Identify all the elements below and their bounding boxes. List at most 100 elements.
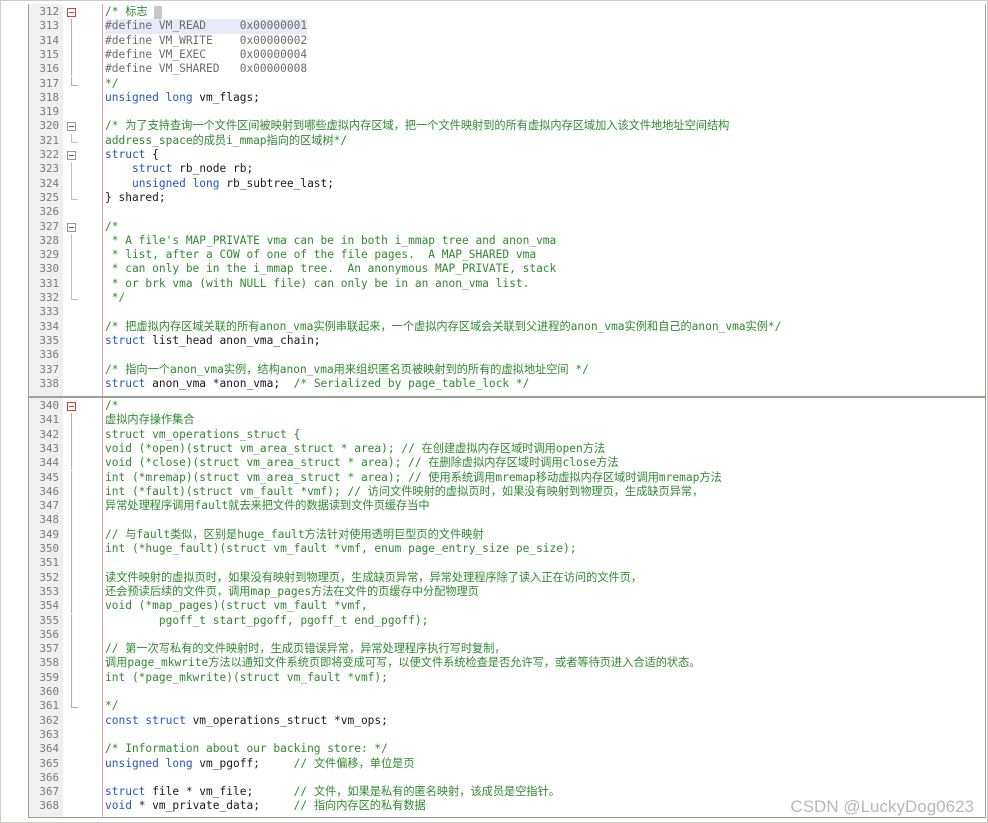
code-text[interactable]: int (*fault)(struct vm_fault *vmf); // 访… — [105, 485, 703, 499]
code-line[interactable]: 354 void (*map_pages)(struct vm_fault *vm… — [29, 599, 985, 614]
code-line[interactable]: 336 — [29, 348, 985, 362]
code-line[interactable]: 327 /* — [29, 220, 985, 234]
code-line[interactable]: 349 // 与fault类似，区别是huge_fault方法针对使用透明巨型页的… — [29, 527, 985, 542]
code-line[interactable]: 347 异常处理程序调用fault就去来把文件的数据读到文件页缓存当中 — [29, 499, 985, 514]
code-text[interactable]: 读文件映射的虚拟页时，如果没有映射到物理页，生成缺页异常，异常处理程序除了读入正… — [105, 571, 642, 585]
code-line[interactable]: 318 unsigned long vm_flags; — [29, 91, 985, 105]
code-line[interactable]: 328 * A file's MAP_PRIVATE vma can be in… — [29, 233, 985, 249]
code-line[interactable]: 313 #define VM_READ 0x00000001 — [29, 19, 985, 34]
code-line[interactable]: 343 void (*open)(struct vm_area_struct * … — [29, 441, 985, 457]
code-text[interactable]: /* — [105, 220, 118, 234]
code-line[interactable]: 366 — [29, 771, 985, 785]
code-text[interactable]: * A file's MAP_PRIVATE vma can be in bot… — [105, 234, 557, 248]
code-text[interactable]: 还会预读后续的文件页，调用map_pages方法在文件的页缓存中分配物理页 — [105, 585, 479, 599]
code-line[interactable]: 320 /* 为了支持查询一个文件区间被映射到哪些虚拟内存区域，把一个文件映射到的… — [29, 119, 985, 133]
code-line[interactable]: 362 const struct vm_operations_struct *vm… — [29, 714, 985, 728]
code-text[interactable]: // 与fault类似，区别是huge_fault方法针对使用透明巨型页的文件映… — [105, 528, 484, 542]
code-text[interactable]: void (*close)(struct vm_area_struct * ar… — [105, 456, 619, 470]
code-line[interactable]: 357 // 第一次写私有的文件映射时，生成页错误异常，异常处理程序执行写时复制， — [29, 642, 985, 657]
code-line[interactable]: 345 int (*mremap)(struct vm_area_struct *… — [29, 470, 985, 485]
code-text[interactable]: struct { — [105, 148, 159, 162]
code-line[interactable]: 322 struct { — [29, 148, 985, 162]
code-text[interactable]: #define VM_READ 0x00000001 — [105, 19, 308, 34]
code-text[interactable]: /* — [105, 399, 118, 413]
code-text[interactable]: #define VM_WRITE 0x00000002 — [105, 34, 307, 48]
code-line[interactable]: 351 — [29, 556, 985, 571]
code-line[interactable]: 341 虚拟内存操作集合 — [29, 413, 985, 428]
code-text[interactable]: /* 标志 — [105, 5, 163, 19]
code-line[interactable]: 359 int (*page_mkwrite)(struct vm_fault *… — [29, 670, 985, 685]
fold-toggle-icon[interactable] — [67, 122, 76, 132]
code-panel-top[interactable]: 312/* 标志 313 #define VM_READ 0x00000001 31… — [28, 4, 986, 397]
code-text[interactable]: void (*open)(struct vm_area_struct * are… — [105, 442, 605, 456]
code-text[interactable]: int (*mremap)(struct vm_area_struct * ar… — [105, 471, 722, 485]
code-text[interactable]: */ — [105, 291, 125, 305]
code-line[interactable]: 312 /* 标志 — [29, 5, 985, 19]
code-line[interactable]: 352 读文件映射的虚拟页时，如果没有映射到物理页，生成缺页异常，异常处理程序除了… — [29, 570, 985, 585]
code-line[interactable]: 324 unsigned long rb_subtree_last; — [29, 176, 985, 191]
code-line[interactable]: 335 struct list_head anon_vma_chain; — [29, 334, 985, 348]
code-line[interactable]: 316 #define VM_SHARED 0x00000008 — [29, 62, 985, 77]
code-line[interactable]: 356 — [29, 627, 985, 643]
code-line[interactable]: 334 /* 把虚拟内存区域关联的所有anon_vma实例串联起来，一个虚拟内存区… — [29, 320, 985, 334]
code-line[interactable]: 353 还会预读后续的文件页，调用map_pages方法在文件的页缓存中分配物理页 — [29, 584, 985, 600]
code-line[interactable]: 363 — [29, 728, 985, 742]
code-line[interactable]: 317 */ — [29, 76, 985, 91]
code-line[interactable]: 361 */ — [29, 699, 985, 713]
code-line[interactable]: 350 int (*huge_fault)(struct vm_fault *vm… — [29, 542, 985, 557]
code-line[interactable]: 340 /* — [29, 399, 985, 413]
code-text[interactable]: // 第一次写私有的文件映射时，生成页错误异常，异常处理程序执行写时复制， — [105, 642, 506, 656]
code-text[interactable]: unsigned long vm_flags; — [105, 91, 260, 105]
code-text[interactable]: 异常处理程序调用fault就去来把文件的数据读到文件页缓存当中 — [105, 499, 430, 513]
code-line[interactable]: 314 #define VM_WRITE 0x00000002 — [29, 33, 985, 48]
code-text[interactable]: * or brk vma (with NULL file) can only b… — [105, 277, 530, 291]
code-text[interactable]: /* 为了支持查询一个文件区间被映射到哪些虚拟内存区域，把一个文件映射到的所有虚… — [105, 119, 729, 133]
code-line[interactable]: 342 struct vm_operations_struct { — [29, 427, 985, 442]
code-line[interactable]: 348 — [29, 513, 985, 528]
code-text[interactable]: } shared; — [105, 191, 166, 205]
code-line[interactable]: 332 */ — [29, 291, 985, 305]
code-text[interactable]: struct list_head anon_vma_chain; — [105, 334, 321, 348]
code-line[interactable]: 330 * can only be in the i_mmap tree. An… — [29, 262, 985, 277]
code-text[interactable]: struct file * vm_file; // 文件，如果是私有的匿名映射，… — [105, 785, 560, 799]
code-text[interactable]: void (*map_pages)(struct vm_fault *vmf, — [105, 599, 368, 613]
code-text[interactable]: unsigned long rb_subtree_last; — [105, 177, 334, 191]
code-text[interactable]: void * vm_private_data; // 指向内存区的私有数据 — [105, 799, 426, 813]
code-line[interactable]: 333 — [29, 305, 985, 319]
code-text[interactable]: /* 指向一个anon_vma实例，结构anon_vma用来组织匿名页被映射到的… — [105, 363, 589, 377]
code-line[interactable]: 346 int (*fault)(struct vm_fault *vmf); /… — [29, 484, 985, 500]
code-text[interactable]: */ — [105, 77, 118, 91]
code-text[interactable]: #define VM_SHARED 0x00000008 — [105, 62, 307, 76]
code-line[interactable]: 365 unsigned long vm_pgoff; // 文件偏移，单位是页 — [29, 757, 985, 771]
code-text[interactable]: unsigned long vm_pgoff; // 文件偏移，单位是页 — [105, 757, 415, 771]
code-text[interactable]: pgoff_t start_pgoff, pgoff_t end_pgoff); — [105, 614, 428, 628]
code-text[interactable]: /* Information about our backing store: … — [105, 742, 388, 756]
code-text[interactable]: address_space的成员i_mmap指向的区域树*/ — [105, 134, 347, 148]
code-text[interactable]: 虚拟内存操作集合 — [105, 413, 195, 427]
code-text[interactable]: struct anon_vma *anon_vma; /* Serialized… — [105, 377, 529, 391]
code-line[interactable]: 344 void (*close)(struct vm_area_struct *… — [29, 456, 985, 471]
code-line[interactable]: 358 调用page_mkwrite方法以通知文件系统页即将变成可写，以便文件系统… — [29, 656, 985, 671]
code-text[interactable]: struct rb_node rb; — [105, 162, 253, 176]
code-line[interactable]: 319 — [29, 105, 985, 119]
code-line[interactable]: 326 — [29, 205, 985, 219]
code-line[interactable]: 338 struct anon_vma *anon_vma; /* Seriali… — [29, 377, 985, 391]
fold-toggle-icon[interactable] — [67, 402, 76, 411]
fold-toggle-icon[interactable] — [67, 222, 76, 232]
code-text[interactable]: int (*huge_fault)(struct vm_fault *vmf, … — [105, 542, 576, 556]
code-line[interactable]: 325} shared; — [29, 190, 985, 205]
code-line[interactable]: 329 * list, after a COW of one of the fi… — [29, 248, 985, 263]
code-text[interactable]: */ — [105, 699, 118, 713]
code-text[interactable]: #define VM_EXEC 0x00000004 — [105, 48, 307, 62]
code-line[interactable]: 321 address_space的成员i_mmap指向的区域树*/ — [29, 133, 985, 148]
code-line[interactable]: 360 — [29, 685, 985, 700]
code-text[interactable]: /* 把虚拟内存区域关联的所有anon_vma实例串联起来，一个虚拟内存区域会关… — [105, 320, 781, 334]
code-line[interactable]: 337 /* 指向一个anon_vma实例，结构anon_vma用来组织匿名页被映… — [29, 363, 985, 377]
code-text[interactable]: 调用page_mkwrite方法以通知文件系统页即将变成可写，以便文件系统检查是… — [105, 656, 700, 670]
code-text[interactable]: const struct vm_operations_struct *vm_op… — [105, 714, 388, 728]
code-text[interactable]: struct vm_operations_struct { — [105, 428, 300, 442]
code-line[interactable]: 364 /* Information about our backing stor… — [29, 742, 985, 756]
code-line[interactable]: 355 pgoff_t start_pgoff, pgoff_t end_pgo… — [29, 613, 985, 628]
code-text[interactable]: int (*page_mkwrite)(struct vm_fault *vmf… — [105, 671, 388, 685]
fold-toggle-icon[interactable] — [67, 151, 76, 160]
